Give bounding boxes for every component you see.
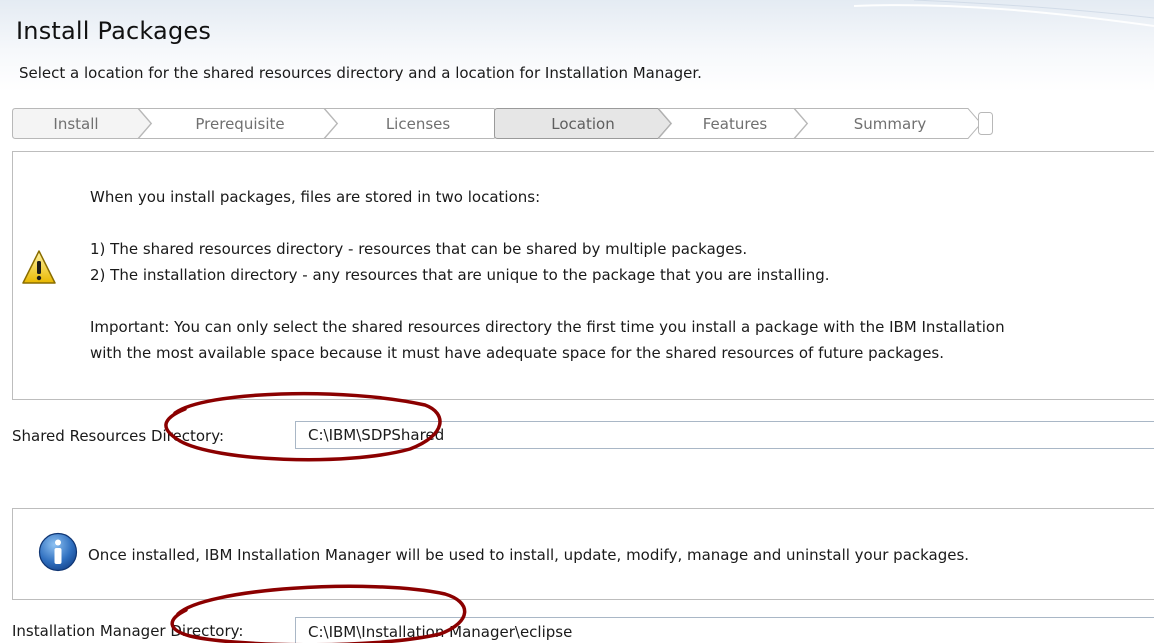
warning-icon — [22, 250, 56, 284]
header-decoration — [854, 0, 1154, 27]
wizard-step-label: Features — [702, 114, 768, 133]
wizard-step-location[interactable]: Location — [494, 108, 672, 139]
page-header: Install Packages Select a location for t… — [0, 0, 1154, 92]
installation-directory-explanation: 2) The installation directory - any reso… — [90, 266, 830, 284]
wizard-step-label: Licenses — [385, 114, 451, 133]
step-overflow-shape — [978, 112, 993, 135]
wizard-step-prerequisite[interactable]: Prerequisite — [138, 108, 338, 139]
page-title: Install Packages — [16, 17, 212, 45]
info-icon — [38, 532, 78, 572]
wizard-step-label: Install — [53, 114, 99, 133]
shared-directory-explanation: 1) The shared resources directory - reso… — [90, 240, 748, 258]
wizard-step-label: Location — [551, 114, 615, 133]
wizard-step-licenses[interactable]: Licenses — [324, 108, 508, 139]
wizard-step-install[interactable]: Install — [12, 108, 152, 139]
wizard-step-features[interactable]: Features — [658, 108, 808, 139]
shared-resources-label: Shared Resources Directory: — [12, 427, 225, 445]
shared-resources-directory-input[interactable] — [295, 421, 1154, 449]
important-note-line1: Important: You can only select the share… — [90, 318, 1005, 336]
page-subtitle: Select a location for the shared resourc… — [19, 64, 702, 82]
wizard-step-overflow — [978, 108, 994, 139]
installation-manager-label: Installation Manager Directory: — [12, 622, 244, 640]
locations-intro-text: When you install packages, files are sto… — [90, 188, 541, 206]
important-note-line2: with the most available space because it… — [90, 344, 945, 362]
install-packages-page: Install Packages Select a location for t… — [0, 0, 1154, 643]
installation-manager-directory-input[interactable] — [295, 617, 1154, 643]
wizard-step-label: Summary — [853, 114, 927, 133]
wizard-step-label: Prerequisite — [195, 114, 285, 133]
wizard-step-summary[interactable]: Summary — [794, 108, 982, 139]
installation-manager-info-text: Once installed, IBM Installation Manager… — [88, 546, 970, 564]
